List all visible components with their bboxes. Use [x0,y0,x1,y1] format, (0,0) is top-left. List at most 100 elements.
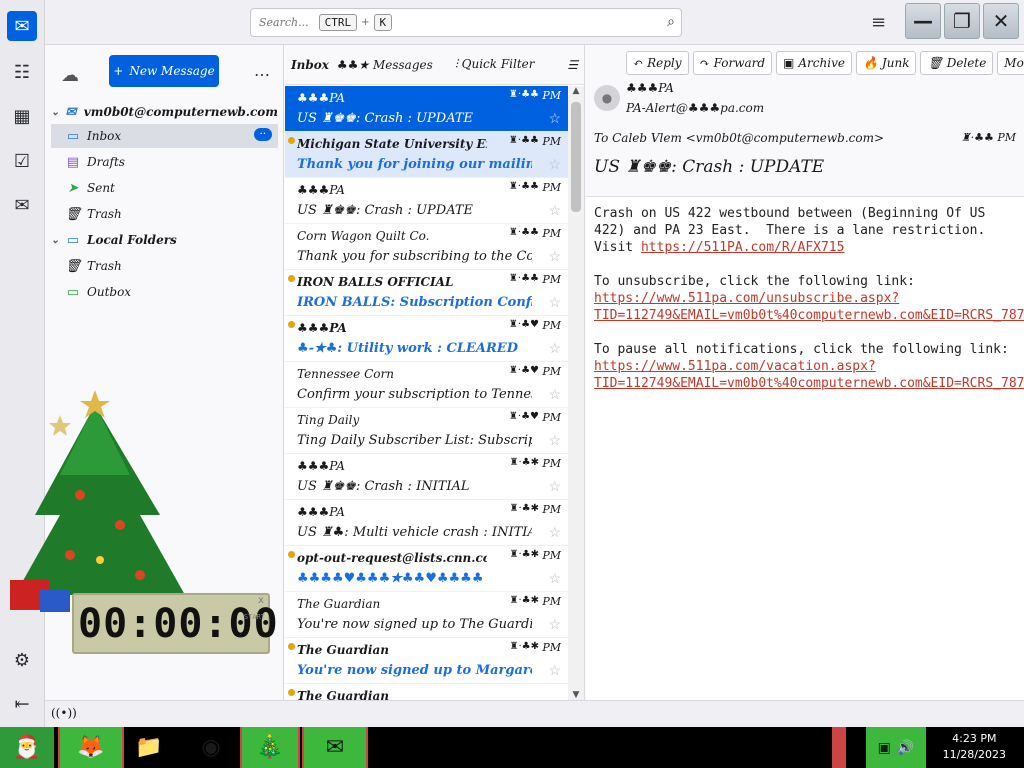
restore-button[interactable]: ❐ [944,3,980,39]
message-row[interactable]: ♣♣♣PA ♣-★♣: Utility work : CLEARED ♜·♣♥ PM ☆ [285,316,569,362]
message-row[interactable]: IRON BALLS OFFICIAL IRON BALLS: Subscript… [285,270,569,316]
unread-dot-icon[interactable] [288,275,295,282]
unread-dot-icon[interactable] [288,643,295,650]
scroll-up-icon[interactable]: ▲ [568,86,584,96]
taskbar-file-explorer[interactable]: 📁 [128,727,170,768]
forward-button[interactable]: ↷ Forward [692,51,773,75]
search-icon[interactable]: ⌕ [667,14,675,30]
link-details[interactable]: https://511PA.com/R/AFX715 [641,240,845,255]
collapse-chevron-icon[interactable]: ⌄ [51,235,63,246]
message-row[interactable]: Corn Wagon Quilt Co. Thank you for subscr… [285,224,569,270]
delete-button[interactable]: 🗑 Delete [920,51,994,75]
star-icon[interactable]: ☆ [548,111,561,127]
scroll-down-icon[interactable]: ▼ [568,690,584,700]
account-row[interactable]: ⌄ ✉ vm0b0t@computernewb.com [51,100,278,124]
taskbar-tree-app[interactable]: 🎄 [240,727,300,768]
volume-icon: 🔊 [896,739,915,756]
thread-pane-header: Inbox ♣♣★ Messages ⫶ Quick Filter ☰ [285,45,584,85]
timer-close-button[interactable]: x [258,595,265,606]
search-input[interactable]: Search... CTRL + K ⌕ [250,8,682,37]
message-row[interactable]: ♣♣♣PA US ♜♣: Multi vehicle crash : INITIA… [285,500,569,546]
unread-dot-icon[interactable] [288,551,295,558]
chat-icon[interactable]: ✉ [7,190,37,220]
get-messages-icon[interactable]: ☁ [61,65,79,86]
local-folder-outbox[interactable]: ▭ Outbox [51,280,278,304]
star-icon[interactable]: ☆ [548,571,561,587]
quick-filter-button[interactable]: ⫶ Quick Filter [455,57,535,72]
star-icon[interactable]: ☆ [548,203,561,219]
message-row[interactable]: The Guardian You're now signed up to The … [285,592,569,638]
local-folder-trash[interactable]: 🗑 Trash [51,254,278,278]
star-icon[interactable]: ☆ [548,387,561,403]
message-time: ♜·♣✱ [509,641,540,652]
star-icon[interactable]: ☆ [548,479,561,495]
message-sender: Tennessee Corn [297,367,394,381]
mail-space-icon[interactable]: ✉ [7,11,37,41]
message-subject: US ♜♚♚: Crash : UPDATE [297,111,474,126]
star-icon[interactable]: ☆ [548,617,561,633]
message-ampm: PM [542,181,561,194]
reply-button[interactable]: ↶ Reply [626,51,689,75]
folder-sent[interactable]: ➤ Sent [51,176,278,200]
taskbar-firefox[interactable]: 🦊 [58,727,124,768]
folder-inbox[interactable]: ▭ Inbox ·· [51,124,278,148]
message-row[interactable]: The Guardian You're now signed up to Marg… [285,638,569,684]
message-list-scrollbar[interactable]: ▲ ▼ [568,86,584,700]
collapse-icon[interactable]: ⇤ [7,689,37,719]
recipient-line[interactable]: To Caleb Vlem <vm0b0t@computernewb.com> [594,131,884,145]
message-row[interactable]: ♣♣♣PA US ♜♚♚: Crash : INITIAL ♜·♣✱ PM ☆ [285,454,569,500]
sender-name[interactable]: ♣♣♣PA [626,81,674,95]
account-label: vm0b0t@computernewb.com [83,105,278,119]
message-row[interactable]: Michigan State University Extension -...… [285,132,569,178]
taskbar-thunderbird[interactable]: ✉ [302,727,368,768]
message-sender: The Guardian [297,689,389,700]
unread-dot-icon[interactable] [288,689,295,696]
settings-icon[interactable]: ⚙ [7,645,37,675]
star-icon[interactable]: ☆ [548,433,561,449]
message-row[interactable]: Ting Daily Ting Daily Subscriber List: Su… [285,408,569,454]
collapse-chevron-icon[interactable]: ⌄ [51,107,62,118]
address-book-icon[interactable]: ☷ [7,57,37,87]
show-hidden-icons[interactable] [832,727,846,768]
message-row[interactable]: Tennessee Corn Confirm your subscription … [285,362,569,408]
tasks-icon[interactable]: ☑ [7,146,37,176]
scrollbar-thumb[interactable] [571,102,581,212]
star-icon[interactable]: ☆ [548,157,561,173]
app-menu-icon[interactable]: ≡ [871,12,886,33]
unread-dot-icon[interactable] [288,137,295,144]
new-message-button[interactable]: + New Message [109,55,219,87]
trash-icon: 🗑 [64,206,82,222]
link-pause[interactable]: https://www.511pa.com/vacation.aspx?TID=… [594,359,1024,391]
unread-dot-icon[interactable] [288,321,295,328]
star-icon[interactable]: ☆ [548,249,561,265]
link-unsubscribe[interactable]: https://www.511pa.com/unsubscribe.aspx?T… [594,291,1024,323]
star-icon[interactable]: ☆ [548,295,561,311]
sender-address[interactable]: PA-Alert@♣♣♣pa.com [626,101,764,115]
start-button[interactable]: 🎅 [0,727,54,768]
local-folders-row[interactable]: ⌄ ▭ Local Folders [51,228,278,252]
star-icon[interactable]: ☆ [548,525,561,541]
more-button[interactable]: More⌄ [997,51,1024,75]
display-options-icon[interactable]: ☰ [567,58,578,72]
message-row[interactable]: opt-out-request@lists.cnn.com ♣♣♣♣♥♣♣♣★♣♣… [285,546,569,592]
message-row[interactable]: The Guardian☆ [285,684,569,700]
calendar-icon[interactable]: ▦ [7,101,37,131]
star-icon[interactable]: ☆ [548,341,561,357]
folder-trash[interactable]: 🗑 Trash [51,202,278,226]
archive-button[interactable]: ▣ Archive [776,51,852,75]
junk-button[interactable]: 🔥 Junk [855,51,917,75]
taskbar-chrome[interactable]: ◉ [188,727,234,768]
timer-start-label[interactable]: START [244,613,265,621]
minimize-button[interactable]: — [905,3,941,39]
taskbar-clock[interactable]: 4:23 PM 11/28/2023 [943,731,1006,763]
close-button[interactable]: ✕ [983,3,1019,39]
status-bar: ((•)) [45,700,1024,727]
folder-drafts[interactable]: ▤ Drafts [51,150,278,174]
message-subject: Thank you for subscribing to the Corn Wa… [297,249,532,264]
star-icon[interactable]: ☆ [548,663,561,679]
message-row[interactable]: ♣♣♣PA US ♜♚♚: Crash : UPDATE ♜·♣♣ PM ☆ [285,86,569,132]
online-status-icon[interactable]: ((•)) [51,706,77,720]
system-tray[interactable]: ▣ 🔊 [866,727,926,768]
folder-pane-menu-button[interactable]: … [254,61,270,80]
message-row[interactable]: ♣♣♣PA US ♜♚♚: Crash : UPDATE ♜·♣♣ PM ☆ [285,178,569,224]
